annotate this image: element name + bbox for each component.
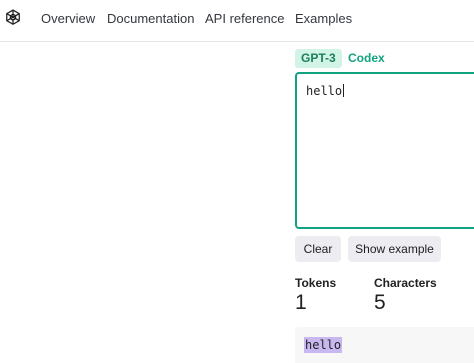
clear-button[interactable]: Clear xyxy=(295,236,341,262)
text-caret xyxy=(343,84,345,97)
characters-label: Characters xyxy=(374,276,437,290)
tab-gpt3[interactable]: GPT-3 xyxy=(295,49,342,68)
tokenizer-input-text: hello xyxy=(306,84,343,98)
tab-codex[interactable]: Codex xyxy=(342,49,391,68)
tokenized-output: hello xyxy=(295,327,474,363)
token-highlight: hello xyxy=(304,337,343,353)
characters-count: 5 xyxy=(374,291,386,314)
tokenizer-input[interactable]: hello xyxy=(295,72,474,229)
nav-examples[interactable]: Examples xyxy=(295,11,352,26)
openai-logo-icon[interactable] xyxy=(3,8,23,28)
nav-overview[interactable]: Overview xyxy=(41,11,95,26)
show-example-button[interactable]: Show example xyxy=(348,236,441,262)
nav-documentation[interactable]: Documentation xyxy=(107,11,194,26)
nav-api-reference[interactable]: API reference xyxy=(205,11,285,26)
tokens-label: Tokens xyxy=(295,276,337,290)
tokens-count: 1 xyxy=(295,291,307,314)
top-nav-bar: Overview Documentation API reference Exa… xyxy=(0,0,474,42)
